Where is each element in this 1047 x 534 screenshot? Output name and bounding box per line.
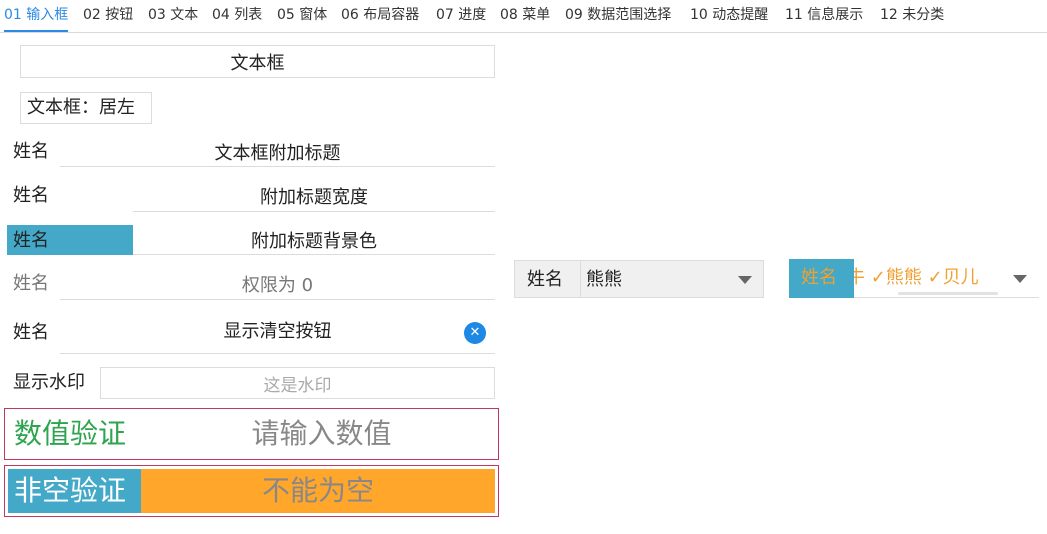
tab-list[interactable]: 04 列表 xyxy=(212,0,262,32)
tab-button[interactable]: 02 按钮 xyxy=(83,0,133,32)
tab-window[interactable]: 05 窗体 xyxy=(277,0,327,32)
watermark-placeholder: 这是水印 xyxy=(263,375,332,396)
nonempty-field-label: 非空验证 xyxy=(14,474,127,507)
tab-menu[interactable]: 08 菜单 xyxy=(500,0,550,32)
title-width-field-label: 姓名 xyxy=(13,185,49,206)
chevron-down-icon[interactable] xyxy=(1013,275,1027,283)
tab-info[interactable]: 11 信息展示 xyxy=(785,0,863,32)
tab-text[interactable]: 03 文本 xyxy=(148,0,198,32)
tab-range[interactable]: 09 数据范围选择 xyxy=(565,0,671,32)
nonempty-field-label-box: 非空验证 xyxy=(8,469,141,513)
permission-field-input: 权限为 0 xyxy=(60,269,495,300)
check-icon: ✓ xyxy=(870,267,886,288)
permission-field-label: 姓名 xyxy=(13,273,49,294)
tab-progress[interactable]: 07 进度 xyxy=(436,0,486,32)
multi-name-combobox[interactable]: 牛 ✓熊熊 ✓贝儿 xyxy=(854,259,1039,298)
multi-combo-item: 贝儿 xyxy=(942,267,979,288)
title-bg-field-input[interactable]: 附加标题背景色 xyxy=(133,225,495,255)
multi-combo-partial: 牛 xyxy=(854,267,865,288)
multi-combo-label: 姓名 xyxy=(801,267,837,288)
title-bg-field-label: 姓名 xyxy=(13,230,49,251)
title-bg-field-value: 附加标题背景色 xyxy=(251,230,377,252)
clear-field-label: 姓名 xyxy=(13,322,49,343)
title-field-label: 姓名 xyxy=(13,141,49,162)
tab-bar: 01 输入框 02 按钮 03 文本 04 列表 05 窗体 06 布局容器 0… xyxy=(0,0,1047,33)
tab-input[interactable]: 01 输入框 xyxy=(4,0,69,32)
title-width-field-value: 附加标题宽度 xyxy=(260,187,368,208)
clear-field-value: 显示清空按钮 xyxy=(223,321,332,342)
clear-icon[interactable]: ✕ xyxy=(464,322,486,344)
title-width-field-input[interactable]: 附加标题宽度 xyxy=(133,181,495,212)
multi-combo-scrollbar[interactable] xyxy=(898,292,998,295)
multi-combo-item: 熊熊 xyxy=(885,267,922,288)
textbox-value: 文本框 xyxy=(230,52,285,74)
multi-combo-label-box: 姓名 xyxy=(789,259,854,298)
watermark-field-input[interactable]: 这是水印 xyxy=(100,367,495,399)
combo-label: 姓名 xyxy=(527,269,563,290)
numeric-placeholder: 请输入数值 xyxy=(251,417,392,450)
title-bg-field-label-box: 姓名 xyxy=(7,225,133,255)
tab-misc[interactable]: 12 未分类 xyxy=(880,0,944,32)
textbox-centered[interactable]: 文本框 xyxy=(20,45,495,78)
nonempty-field-input-area: 不能为空 xyxy=(141,469,495,513)
textbox-left-value: 文本框：居左 xyxy=(27,97,135,118)
nonempty-placeholder: 不能为空 xyxy=(261,474,374,507)
tab-layout[interactable]: 06 布局容器 xyxy=(341,0,419,32)
combo-value: 熊熊 xyxy=(586,269,622,290)
tab-alert[interactable]: 10 动态提醒 xyxy=(690,0,768,32)
multi-combo-items: 牛 ✓熊熊 ✓贝儿 xyxy=(854,268,979,288)
nonempty-field[interactable]: 非空验证 不能为空 xyxy=(4,465,499,517)
watermark-field-label: 显示水印 xyxy=(13,372,85,393)
title-field-value: 文本框附加标题 xyxy=(214,142,341,164)
numeric-field-label: 数值验证 xyxy=(14,417,127,450)
title-field-input[interactable]: 文本框附加标题 xyxy=(60,137,495,167)
textbox-left[interactable]: 文本框：居左 xyxy=(20,92,152,124)
numeric-field[interactable]: 数值验证 请输入数值 xyxy=(4,408,499,460)
permission-field-value: 权限为 0 xyxy=(241,275,314,296)
chevron-down-icon[interactable] xyxy=(738,276,752,284)
clear-field-input[interactable]: 显示清空按钮 ✕ xyxy=(60,313,495,354)
combo-label-box: 姓名 xyxy=(514,260,580,298)
check-icon: ✓ xyxy=(927,267,943,288)
name-combobox[interactable]: 熊熊 xyxy=(580,260,764,298)
